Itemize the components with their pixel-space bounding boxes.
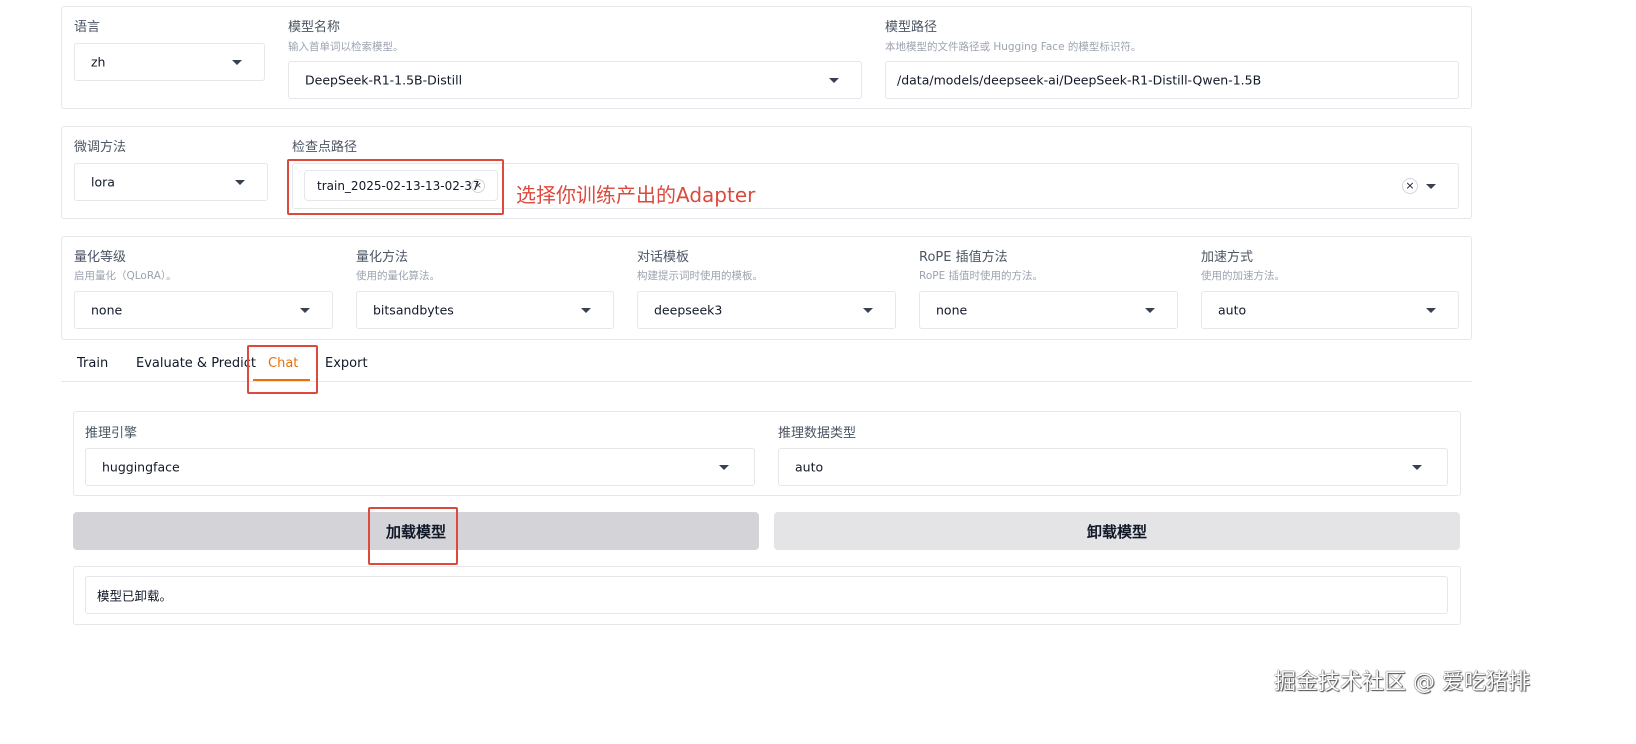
booster-label: 加速方式	[1201, 250, 1254, 265]
model-path-label: 模型路径	[885, 20, 938, 35]
finetune-method-dropdown[interactable]: lora	[74, 163, 268, 201]
model-path-input[interactable]: /data/models/deepseek-ai/DeepSeek-R1-Dis…	[885, 61, 1459, 99]
unload-model-button[interactable]: 卸载模型	[774, 512, 1460, 550]
finetune-method-value: lora	[91, 174, 115, 190]
model-path-value: /data/models/deepseek-ai/DeepSeek-R1-Dis…	[897, 72, 1262, 88]
quantization-bit-dropdown[interactable]: none	[74, 291, 333, 329]
rope-scaling-dropdown[interactable]: none	[919, 291, 1178, 329]
chevron-down-icon	[1426, 308, 1436, 313]
model-name-dropdown[interactable]: DeepSeek-R1-1.5B-Distill	[288, 61, 862, 99]
load-button-highlight-box	[368, 507, 458, 565]
template-info: 构建提示词时使用的模板。	[637, 270, 763, 282]
language-dropdown[interactable]: zh	[74, 43, 265, 81]
quantization-bit-label: 量化等级	[74, 250, 127, 265]
rope-scaling-value: none	[936, 302, 968, 318]
booster-value: auto	[1218, 302, 1247, 318]
status-text: 模型已卸载。	[97, 588, 173, 604]
quantization-bit-value: none	[91, 302, 123, 318]
model-name-value: DeepSeek-R1-1.5B-Distill	[305, 72, 463, 88]
quantization-bit-info: 启用量化（QLoRA）。	[74, 270, 177, 282]
chevron-down-icon	[719, 465, 729, 470]
status-textbox[interactable]: 模型已卸载。	[85, 576, 1448, 614]
infer-dtype-dropdown[interactable]: auto	[778, 448, 1448, 486]
chevron-down-icon	[232, 60, 242, 65]
watermark: 掘金技术社区 @ 爱吃猪排	[1274, 670, 1530, 695]
chevron-down-icon	[1412, 465, 1422, 470]
chevron-down-icon	[829, 78, 839, 83]
infer-backend-dropdown[interactable]: huggingface	[85, 448, 755, 486]
tab-train[interactable]: Train	[77, 356, 108, 371]
model-path-info: 本地模型的文件路径或 Hugging Face 的模型标识符。	[885, 41, 1142, 53]
tab-export[interactable]: Export	[325, 356, 368, 371]
chevron-down-icon	[863, 308, 873, 313]
chevron-down-icon	[300, 308, 310, 313]
checkpoint-highlight-box	[287, 159, 504, 215]
model-name-info: 输入首单词以检索模型。	[288, 41, 404, 53]
infer-dtype-label: 推理数据类型	[778, 426, 857, 441]
rope-scaling-info: RoPE 插值时使用的方法。	[919, 270, 1044, 282]
booster-dropdown[interactable]: auto	[1201, 291, 1459, 329]
quantization-method-label: 量化方法	[356, 250, 409, 265]
language-label: 语言	[74, 20, 101, 35]
language-value: zh	[91, 54, 106, 70]
booster-info: 使用的加速方法。	[1201, 270, 1285, 282]
quantization-method-value: bitsandbytes	[373, 302, 454, 318]
quantization-method-info: 使用的量化算法。	[356, 270, 440, 282]
infer-backend-value: huggingface	[102, 459, 180, 475]
checkpoint-path-label: 检查点路径	[292, 140, 358, 155]
clear-icon[interactable]: ×	[1402, 178, 1418, 194]
tab-evaluate-predict[interactable]: Evaluate & Predict	[136, 356, 256, 371]
model-name-label: 模型名称	[288, 20, 341, 35]
template-dropdown[interactable]: deepseek3	[637, 291, 896, 329]
chat-tab-highlight-box	[247, 345, 318, 394]
finetune-method-label: 微调方法	[74, 140, 127, 155]
chevron-down-icon	[235, 180, 245, 185]
infer-dtype-value: auto	[795, 459, 824, 475]
chevron-down-icon	[1426, 184, 1436, 189]
rope-scaling-label: RoPE 插值方法	[919, 250, 1008, 265]
quantization-method-dropdown[interactable]: bitsandbytes	[356, 291, 614, 329]
template-label: 对话模板	[637, 250, 690, 265]
template-value: deepseek3	[654, 302, 723, 318]
infer-backend-label: 推理引擎	[85, 426, 138, 441]
chevron-down-icon	[581, 308, 591, 313]
adapter-annotation: 选择你训练产出的Adapter	[516, 183, 756, 207]
chevron-down-icon	[1145, 308, 1155, 313]
